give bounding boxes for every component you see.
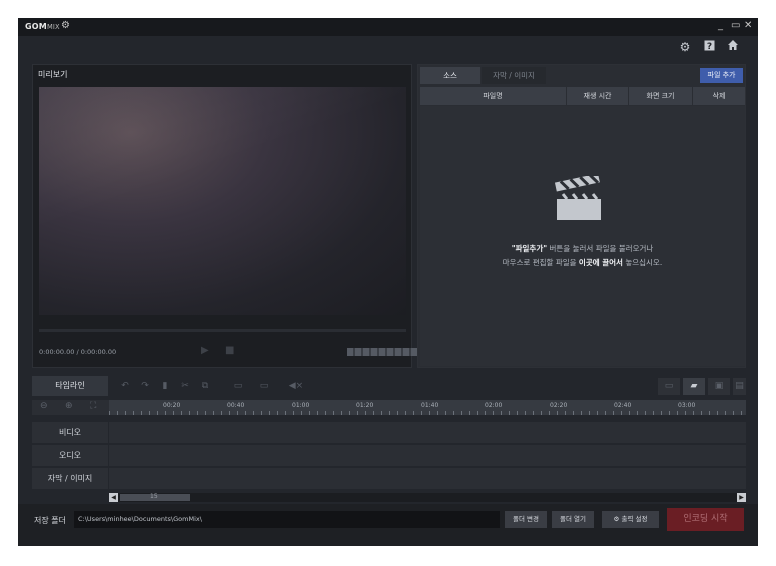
cut-icon[interactable]: ✂ bbox=[178, 380, 192, 393]
track-label-subtitle: 자막 / 이미지 bbox=[32, 468, 108, 489]
file-list-header: 파일명 재생 시간 화면 크기 삭제 bbox=[420, 87, 745, 105]
save-as-icon[interactable]: ▤ bbox=[733, 378, 746, 395]
save-icon[interactable]: ▣ bbox=[708, 378, 730, 395]
timeline-scrollbar[interactable]: ◀ 15 ▶ bbox=[109, 493, 746, 502]
column-resolution[interactable]: 화면 크기 bbox=[629, 87, 693, 105]
column-delete[interactable]: 삭제 bbox=[693, 87, 745, 105]
timecode-display: 0:00:00.00 / 0:00:00.00 bbox=[39, 348, 117, 356]
drop-hint-line1: "파일추가" 버튼을 눌러서 파일을 불러오거나 bbox=[511, 244, 654, 253]
source-panel: 소스 자막 / 이미지 파일 추가 파일명 재생 시간 화면 크기 삭제 "파일… bbox=[417, 64, 746, 368]
ruler-tick: 01:00 bbox=[292, 402, 310, 409]
trim-icon[interactable]: ▭ bbox=[254, 380, 274, 393]
add-file-button[interactable]: 파일 추가 bbox=[700, 68, 743, 83]
output-settings-button[interactable]: ⚙ 출력 설정 bbox=[602, 511, 659, 528]
scroll-thumb[interactable]: 15 bbox=[120, 493, 190, 501]
title-bar: GOMMIX ⚙ _ ▭ ✕ bbox=[18, 18, 758, 36]
app-logo: GOMMIX bbox=[25, 22, 60, 31]
timeline-toolbar: 타임라인 ↶ ↷ ▮ ✂ ⧉ ▭ ▭ ◀× ▭ ▰ ▣ ▤ bbox=[32, 376, 746, 398]
seek-bar[interactable] bbox=[39, 329, 406, 332]
zoom-in-icon[interactable]: ⊕ bbox=[65, 401, 73, 411]
fit-icon[interactable]: ⛶ bbox=[90, 401, 96, 411]
crop-icon[interactable]: ⧉ bbox=[198, 380, 212, 393]
track-lane-audio[interactable] bbox=[109, 445, 746, 466]
volume-slider[interactable] bbox=[347, 348, 417, 356]
open-folder-icon[interactable]: ▰ bbox=[683, 378, 705, 395]
zoom-out-icon[interactable]: ⊖ bbox=[40, 401, 48, 411]
tab-subtitle-image[interactable]: 자막 / 이미지 bbox=[482, 67, 546, 84]
gear-icon[interactable]: ⚙ bbox=[61, 20, 70, 31]
close-icon[interactable]: ✕ bbox=[744, 20, 752, 31]
track-lane-subtitle[interactable] bbox=[109, 468, 746, 489]
audio-track: 오디오 bbox=[32, 445, 746, 467]
drop-hint-line2: 마우스로 편집할 파일을 이곳에 끌어서 놓으십시오. bbox=[502, 258, 663, 267]
gear-icon[interactable]: ⚙ bbox=[677, 39, 693, 55]
delete-clip-icon[interactable]: ▮ bbox=[158, 380, 172, 393]
ruler-tick: 02:40 bbox=[614, 402, 632, 409]
ruler-tick: 01:40 bbox=[421, 402, 439, 409]
track-lane-video[interactable] bbox=[109, 422, 746, 443]
open-folder-button[interactable]: 폴더 열기 bbox=[552, 511, 594, 528]
preview-panel: 미리보기 0:00:00.00 / 0:00:00.00 ▶ ■ bbox=[32, 64, 417, 368]
preview-title: 미리보기 bbox=[38, 70, 68, 79]
track-label-audio: 오디오 bbox=[32, 445, 108, 466]
timeline-header: ⊖ ⊕ ⛶ 00:20 00:40 01:00 01:20 01:40 02:0… bbox=[32, 400, 746, 415]
track-label-video: 비디오 bbox=[32, 422, 108, 443]
help-icon[interactable]: ? bbox=[701, 39, 717, 55]
undo-icon[interactable]: ↶ bbox=[118, 380, 132, 393]
new-project-icon[interactable]: ▭ bbox=[658, 378, 680, 395]
encode-start-button[interactable]: 인코딩 시작 bbox=[667, 508, 744, 531]
save-path-field[interactable]: C:\Users\minhee\Documents\GomMix\ bbox=[74, 511, 500, 528]
split-icon[interactable]: ▭ bbox=[228, 380, 248, 393]
stop-icon[interactable]: ■ bbox=[225, 345, 234, 356]
video-track: 비디오 bbox=[32, 422, 746, 444]
svg-text:?: ? bbox=[706, 42, 711, 51]
subtitle-track: 자막 / 이미지 bbox=[32, 468, 746, 490]
file-list[interactable]: "파일추가" 버튼을 눌러서 파일을 불러오거나 마우스로 편집할 파일을 이곳… bbox=[420, 106, 745, 366]
column-duration[interactable]: 재생 시간 bbox=[567, 87, 629, 105]
time-ruler[interactable]: 00:20 00:40 01:00 01:20 01:40 02:00 02:2… bbox=[109, 400, 746, 415]
app-window: GOMMIX ⚙ _ ▭ ✕ ⚙ ? 미리보기 0:00:00.00 / 0:0… bbox=[18, 18, 758, 546]
timeline-button[interactable]: 타임라인 bbox=[32, 376, 108, 396]
play-icon[interactable]: ▶ bbox=[201, 345, 209, 356]
ruler-tick: 02:20 bbox=[550, 402, 568, 409]
scroll-left-icon[interactable]: ◀ bbox=[109, 493, 118, 502]
bottom-bar: 저장 폴더 C:\Users\minhee\Documents\GomMix\ … bbox=[18, 504, 758, 546]
redo-icon[interactable]: ↷ bbox=[138, 380, 152, 393]
ruler-tick: 02:00 bbox=[485, 402, 503, 409]
maximize-icon[interactable]: ▭ bbox=[731, 20, 740, 31]
tab-source[interactable]: 소스 bbox=[420, 67, 480, 84]
mute-icon[interactable]: ◀× bbox=[286, 380, 306, 393]
minimize-icon[interactable]: _ bbox=[718, 20, 723, 31]
clapperboard-icon bbox=[553, 173, 605, 235]
home-icon[interactable] bbox=[725, 39, 741, 55]
ruler-tick: 00:40 bbox=[227, 402, 245, 409]
gear-icon: ⚙ bbox=[613, 515, 620, 523]
ruler-tick: 03:00 bbox=[678, 402, 696, 409]
ruler-tick: 00:20 bbox=[163, 402, 181, 409]
scroll-right-icon[interactable]: ▶ bbox=[737, 493, 746, 502]
save-folder-label: 저장 폴더 bbox=[34, 516, 66, 525]
change-folder-button[interactable]: 폴더 변경 bbox=[505, 511, 547, 528]
column-filename[interactable]: 파일명 bbox=[420, 87, 567, 105]
ruler-tick: 01:20 bbox=[356, 402, 374, 409]
video-preview bbox=[39, 87, 406, 315]
